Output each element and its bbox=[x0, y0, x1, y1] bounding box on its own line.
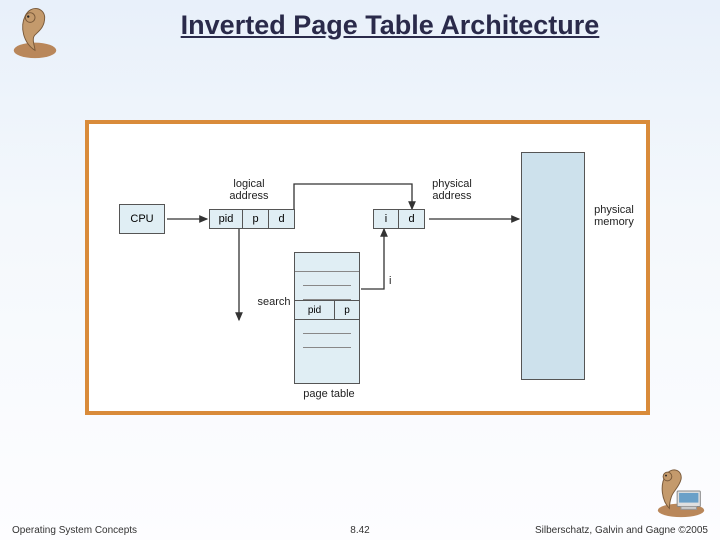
physical-d: d bbox=[399, 209, 425, 229]
logical-p: p bbox=[243, 209, 269, 229]
logical-pid: pid bbox=[209, 209, 243, 229]
slide-footer: Operating System Concepts 8.42 Silbersch… bbox=[0, 520, 720, 536]
diagram-frame: i CPU logical address pid p d physical a… bbox=[85, 120, 650, 415]
footer-right: Silberschatz, Galvin and Gagne ©2005 bbox=[535, 525, 708, 536]
logical-address-tuple: pid p d bbox=[209, 209, 295, 229]
book-mascot-icon bbox=[6, 4, 64, 62]
footer-center: 8.42 bbox=[350, 525, 369, 536]
book-mascot-computer-icon bbox=[652, 462, 710, 520]
page-table-box: pid p bbox=[294, 252, 360, 384]
physical-memory-label: physical memory bbox=[589, 204, 639, 228]
cpu-label: CPU bbox=[130, 213, 153, 225]
pagetable-pid: pid bbox=[295, 301, 335, 319]
cpu-box: CPU bbox=[119, 204, 165, 234]
footer-left: Operating System Concepts bbox=[12, 525, 137, 536]
svg-text:i: i bbox=[389, 275, 391, 287]
physical-address-tuple: i d bbox=[373, 209, 425, 229]
logical-d: d bbox=[269, 209, 295, 229]
physical-memory-box bbox=[521, 152, 585, 380]
search-label: search bbox=[249, 296, 299, 308]
page-title: Inverted Page Table Architecture bbox=[100, 10, 680, 41]
physical-address-label: physical address bbox=[422, 178, 482, 202]
physical-i: i bbox=[373, 209, 399, 229]
pagetable-p: p bbox=[335, 301, 359, 319]
page-table-label: page table bbox=[299, 388, 359, 400]
logical-address-label: logical address bbox=[219, 178, 279, 202]
